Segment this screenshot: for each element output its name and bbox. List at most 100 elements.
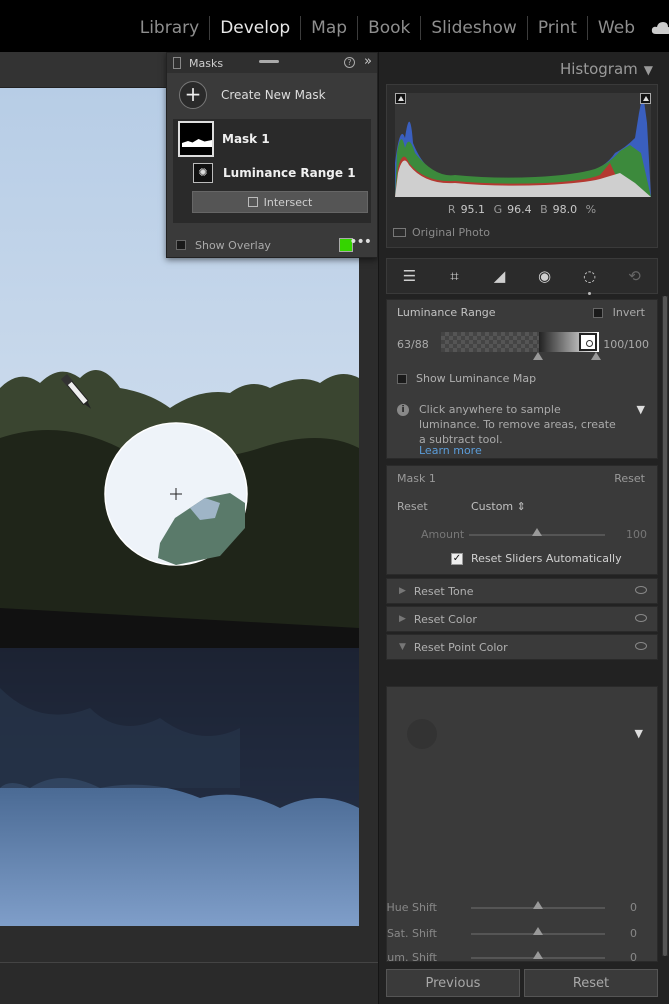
histogram-plot: [395, 93, 651, 197]
right-panel: Histogram ▼ R 95.1 G 96.4 B 98.0 % Original …: [378, 52, 669, 1004]
learn-more-link[interactable]: Learn more: [419, 444, 482, 457]
lum-shift-handle[interactable]: [533, 951, 543, 959]
intersect-label: Intersect: [263, 195, 313, 209]
amount-label: Amount: [421, 528, 465, 541]
create-new-mask-button[interactable]: + Create New Mask: [167, 73, 377, 117]
highlight-clipping-icon[interactable]: [640, 93, 651, 104]
hue-shift-handle[interactable]: [533, 901, 543, 909]
shadow-clipping-icon[interactable]: [395, 93, 406, 104]
module-map[interactable]: Map: [301, 16, 359, 40]
mask-settings-title: Mask 1: [397, 472, 436, 485]
mask-component-item[interactable]: ✺ Luminance Range 1: [173, 159, 371, 187]
lum-shift-value[interactable]: 0: [630, 951, 637, 963]
luminance-range-icon: ✺: [193, 163, 213, 183]
module-web[interactable]: Web: [588, 16, 645, 40]
histogram-title: Histogram: [559, 60, 638, 78]
point-color-body: ▼ Hue Shift 0 Sat. Shift 0 Lum. Shift 0: [386, 686, 658, 963]
eye-icon[interactable]: [635, 642, 647, 650]
module-slideshow[interactable]: Slideshow: [421, 16, 528, 40]
masks-title: Masks: [189, 56, 224, 70]
expand-triangle-icon[interactable]: ▼: [635, 727, 643, 740]
luminance-range-section: Luminance Range Invert 63/88 100/100 Sho…: [386, 299, 658, 459]
mask-thumbnail: [178, 121, 214, 157]
b-value: 98.0: [552, 203, 578, 216]
luminance-range-title: Luminance Range: [397, 306, 496, 319]
preset-dropdown[interactable]: Custom ⇕: [471, 500, 526, 513]
more-options-icon[interactable]: •••: [349, 234, 372, 250]
amount-slider-handle[interactable]: [532, 528, 542, 536]
collapse-triangle-icon[interactable]: ▼: [644, 63, 653, 77]
mask-item[interactable]: Mask 1: [173, 119, 371, 159]
collapse-triangle-icon: ▼: [399, 642, 406, 652]
reset-button[interactable]: Reset: [524, 969, 658, 997]
expand-triangle-icon: ▶: [399, 586, 406, 596]
invert-row: Invert: [592, 306, 645, 319]
show-overlay-label: Show Overlay: [195, 238, 271, 252]
intersect-button[interactable]: Intersect: [192, 191, 368, 213]
masks-header[interactable]: Masks ? »: [167, 53, 377, 73]
sat-shift-value[interactable]: 0: [630, 927, 637, 940]
module-develop[interactable]: Develop: [210, 16, 302, 40]
histogram: R 95.1 G 96.4 B 98.0 % Original Photo: [386, 84, 658, 248]
mask-icon[interactable]: ◌: [580, 266, 600, 295]
redeye-icon[interactable]: ◉: [535, 266, 555, 286]
panel-scrollbar[interactable]: [662, 296, 668, 956]
amount-value[interactable]: 100: [626, 528, 647, 541]
create-new-mask-label: Create New Mask: [221, 88, 326, 102]
help-icon[interactable]: ?: [344, 57, 355, 68]
show-luminance-map-row: Show Luminance Map: [397, 372, 536, 385]
range-low-feather-handle[interactable]: [533, 352, 543, 360]
cloud-icon[interactable]: [651, 21, 669, 35]
range-handle[interactable]: [579, 333, 597, 351]
tool-strip: ☰ ⌗ ◢ ◉ ◌ ⟲: [386, 258, 658, 295]
eye-icon[interactable]: [635, 586, 647, 594]
sliders-icon[interactable]: ☰: [400, 266, 420, 286]
filmstrip-bar: [0, 962, 378, 1004]
preset-label: Reset: [397, 500, 428, 513]
info-icon: i: [397, 404, 409, 416]
reset-sliders-checkbox[interactable]: ✓: [451, 552, 463, 565]
preset-value: Custom: [471, 500, 514, 513]
original-photo-row[interactable]: Original Photo: [393, 226, 490, 239]
expand-triangle-icon: ▶: [399, 614, 406, 624]
luminance-range-slider[interactable]: [441, 332, 599, 352]
sat-shift-handle[interactable]: [533, 927, 543, 935]
previous-button[interactable]: Previous: [386, 969, 520, 997]
intersect-icon: [247, 197, 258, 207]
histogram-header[interactable]: Histogram ▼: [560, 60, 653, 78]
show-luminance-map-checkbox[interactable]: [397, 373, 407, 384]
presets-icon[interactable]: ⟲: [625, 266, 645, 286]
drag-handle-icon[interactable]: [259, 60, 279, 63]
mask-reset-button[interactable]: Reset: [614, 472, 645, 485]
module-bar: Library Develop Map Book Slideshow Print…: [0, 0, 669, 52]
reset-color-section[interactable]: ▶ Reset Color: [386, 606, 658, 632]
hue-shift-value[interactable]: 0: [630, 901, 637, 914]
lum-shift-label: Lum. Shift: [387, 951, 437, 963]
scrollbar-thumb[interactable]: [663, 296, 667, 956]
g-label: G: [493, 203, 503, 216]
histogram-graph: [395, 93, 651, 197]
percent-unit: %: [585, 203, 597, 216]
reset-point-color-section[interactable]: ▼ Reset Point Color: [386, 634, 658, 660]
module-book[interactable]: Book: [358, 16, 422, 40]
eye-icon[interactable]: [635, 614, 647, 622]
module-print[interactable]: Print: [528, 16, 588, 40]
reset-tone-section[interactable]: ▶ Reset Tone: [386, 578, 658, 604]
show-overlay-checkbox[interactable]: [176, 240, 186, 250]
collapse-icon[interactable]: »: [364, 54, 372, 69]
eraser-icon[interactable]: ◢: [490, 266, 510, 286]
mask-name: Mask 1: [222, 132, 270, 146]
b-label: B: [540, 203, 548, 216]
crop-icon[interactable]: ⌗: [445, 266, 465, 286]
point-color-swatch[interactable]: [407, 719, 437, 749]
range-high-feather-handle[interactable]: [591, 352, 601, 360]
show-luminance-map-label: Show Luminance Map: [416, 372, 537, 385]
invert-checkbox[interactable]: [592, 307, 603, 318]
module-library[interactable]: Library: [130, 16, 211, 40]
lum-shift-row: Lum. Shift 0: [387, 951, 657, 963]
mask-settings-section: Mask 1 Reset Reset Custom ⇕ Amount 100 ✓…: [386, 465, 658, 575]
reset-tone-label: Reset Tone: [413, 584, 474, 598]
panel-toggle-icon[interactable]: [173, 57, 181, 69]
expand-triangle-icon[interactable]: ▼: [637, 402, 645, 417]
module-picker: Library Develop Map Book Slideshow Print…: [130, 16, 669, 40]
